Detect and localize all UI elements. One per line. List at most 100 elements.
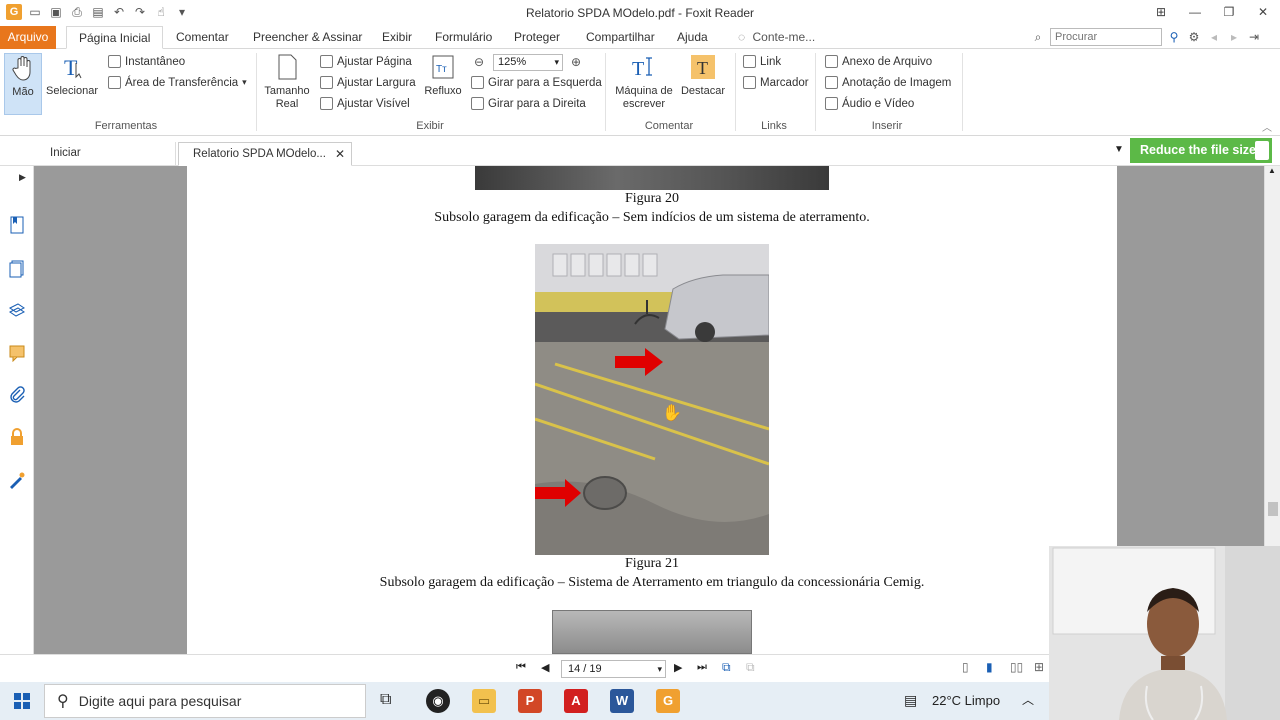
ribbon-layout-icon[interactable]: ⊞ xyxy=(1144,0,1178,24)
minimize-button[interactable]: — xyxy=(1178,0,1212,24)
presenter-video xyxy=(1049,546,1280,720)
layers-icon[interactable] xyxy=(8,302,26,320)
tab-iniciar[interactable]: Iniciar xyxy=(36,142,176,166)
scroll-thumb[interactable] xyxy=(1268,502,1278,516)
link-icon xyxy=(743,55,756,68)
figure-21-label: Figura 21 xyxy=(624,556,680,571)
tab-formulario[interactable]: Formulário xyxy=(435,26,492,49)
zoom-value: 125% xyxy=(498,56,527,68)
nav-forward-icon[interactable]: ▸ xyxy=(1226,29,1242,45)
tab-arquivo[interactable]: Arquivo xyxy=(0,26,56,49)
actual-size-label-1: Tamanho xyxy=(264,85,310,97)
ribbon-panel: Mão T Selecionar Instantâneo Área de Tra… xyxy=(0,49,1280,136)
zoom-in-icon[interactable]: ⊕ xyxy=(568,54,584,70)
zoom-select[interactable]: 125% ▾ xyxy=(493,54,563,71)
tell-me-label: Conte-me... xyxy=(752,30,816,44)
figure-20-image xyxy=(475,166,829,190)
rotate-right-button[interactable]: Girar para a Direita xyxy=(471,97,586,110)
fit-width-button[interactable]: Ajustar Largura xyxy=(320,76,416,89)
audio-video-button[interactable]: Áudio e Vídeo xyxy=(825,97,914,110)
foxit-taskbar-icon[interactable]: G xyxy=(656,689,680,713)
next-view-icon[interactable]: ⧉ xyxy=(746,660,755,675)
taskbar-search[interactable]: ⚲ Digite aqui para pesquisar xyxy=(44,684,366,718)
clipboard-button[interactable]: Área de Transferência ▾ xyxy=(108,76,247,89)
tab-document[interactable]: Relatorio SPDA MOdelo... ✕ xyxy=(178,142,352,166)
next-page-icon[interactable]: ▶ xyxy=(674,661,682,674)
snapshot-label: Instantâneo xyxy=(125,55,186,68)
attachment-icon[interactable] xyxy=(8,386,26,404)
audio-video-label: Áudio e Vídeo xyxy=(842,97,915,110)
attachment-icon xyxy=(825,55,838,68)
obs-app-icon[interactable]: ◉ xyxy=(426,689,450,713)
snapshot-button[interactable]: Instantâneo xyxy=(108,55,185,68)
close-icon[interactable]: ✕ xyxy=(335,143,345,165)
word-icon[interactable]: W xyxy=(610,689,634,713)
search-icon[interactable]: ⚲ xyxy=(1166,29,1182,45)
group-label-exibir: Exibir xyxy=(416,120,444,132)
expand-panel-icon[interactable]: ▶ xyxy=(19,172,26,183)
nav-back-icon[interactable]: ◂ xyxy=(1206,29,1222,45)
bookmarks-icon[interactable] xyxy=(8,216,26,234)
close-button[interactable]: ✕ xyxy=(1246,0,1280,24)
restore-button[interactable]: ❐ xyxy=(1212,0,1246,24)
thumbnails-icon[interactable] xyxy=(8,260,26,278)
first-page-icon[interactable]: ⏮ xyxy=(516,661,526,674)
windows-start-icon[interactable] xyxy=(14,693,30,709)
tab-exibir[interactable]: Exibir xyxy=(382,26,412,49)
weather-icon[interactable]: ▤ xyxy=(904,692,917,709)
powerpoint-icon[interactable]: P xyxy=(518,689,542,713)
task-view-icon[interactable]: ⧉ xyxy=(380,691,391,709)
tab-pagina-inicial[interactable]: Página Inicial xyxy=(66,26,164,49)
tray-expand-icon[interactable]: ︿ xyxy=(1022,691,1034,708)
figure-21-caption: Subsolo garagem da edificação – Sistema … xyxy=(379,575,925,590)
typewriter-button[interactable]: T Máquina de escrever xyxy=(612,53,676,111)
settings-icon[interactable]: ⚙ xyxy=(1186,29,1202,45)
scroll-up-icon[interactable]: ▲ xyxy=(1268,166,1276,175)
fit-visible-button[interactable]: Ajustar Visível xyxy=(320,97,410,110)
pdf-page: Figura 20 Subsolo garagem da edificação … xyxy=(187,166,1117,654)
tell-me[interactable]: ◌ Conte-me... xyxy=(738,26,815,49)
autocad-icon[interactable]: A xyxy=(564,689,588,713)
ribbon-tabs: Arquivo Página Inicial Comentar Preenche… xyxy=(0,26,1280,49)
actual-size-button[interactable]: Tamanho Real xyxy=(262,53,312,111)
weather-text[interactable]: 22°C Limpo xyxy=(932,693,1000,708)
continuous-facing-icon[interactable]: ⊞ xyxy=(1034,660,1044,674)
file-attachment-button[interactable]: Anexo de Arquivo xyxy=(825,55,932,68)
lock-icon[interactable] xyxy=(8,428,26,446)
tab-proteger[interactable]: Proteger xyxy=(514,26,560,49)
comments-icon[interactable] xyxy=(8,344,26,362)
tab-comentar[interactable]: Comentar xyxy=(176,26,229,49)
previous-view-icon[interactable]: ⧉ xyxy=(722,660,731,675)
previous-page-icon[interactable]: ◀ xyxy=(541,661,549,674)
image-icon xyxy=(825,76,838,89)
file-explorer-icon[interactable]: ▭ xyxy=(472,689,496,713)
rotate-left-button[interactable]: Girar para a Esquerda xyxy=(471,76,602,89)
bookmark-button[interactable]: Marcador xyxy=(743,76,809,89)
hand-tool-button[interactable]: Mão xyxy=(4,53,42,115)
signature-icon[interactable] xyxy=(8,471,26,489)
collapse-icon[interactable]: ︿ xyxy=(1262,119,1272,134)
reflow-button[interactable]: Tт Refluxo xyxy=(422,53,464,98)
highlight-button[interactable]: T Destacar xyxy=(678,53,728,98)
reflow-label: Refluxo xyxy=(424,85,462,97)
last-page-icon[interactable]: ⏭ xyxy=(697,661,707,674)
tab-preencher-assinar[interactable]: Preencher & Assinar xyxy=(253,26,362,49)
facing-pages-icon[interactable]: ▯▯ xyxy=(1010,660,1023,674)
continuous-page-icon[interactable]: ▮ xyxy=(986,660,993,674)
image-annotation-button[interactable]: Anotação de Imagem xyxy=(825,76,951,89)
link-button[interactable]: Link xyxy=(743,55,781,68)
tab-ajuda[interactable]: Ajuda xyxy=(677,26,708,49)
tab-list-dropdown-icon[interactable]: ▼ xyxy=(1114,144,1124,155)
single-page-icon[interactable]: ▯ xyxy=(962,660,969,674)
fit-page-button[interactable]: Ajustar Página xyxy=(320,55,412,68)
bookmark-icon xyxy=(743,76,756,89)
webcam-overlay xyxy=(1049,546,1280,720)
tab-compartilhar[interactable]: Compartilhar xyxy=(586,26,655,49)
select-tool-button[interactable]: T Selecionar xyxy=(46,53,98,98)
collapse-ribbon-icon[interactable]: ⇥ xyxy=(1246,29,1262,45)
search-options-icon[interactable]: ⌕ xyxy=(1030,29,1046,45)
page-number-input[interactable]: 14 / 19 ▾ xyxy=(561,660,666,678)
zoom-out-icon[interactable]: ⊖ xyxy=(471,54,487,70)
reduce-file-size-button[interactable]: Reduce the file size xyxy=(1130,138,1272,163)
search-input[interactable] xyxy=(1050,28,1162,46)
